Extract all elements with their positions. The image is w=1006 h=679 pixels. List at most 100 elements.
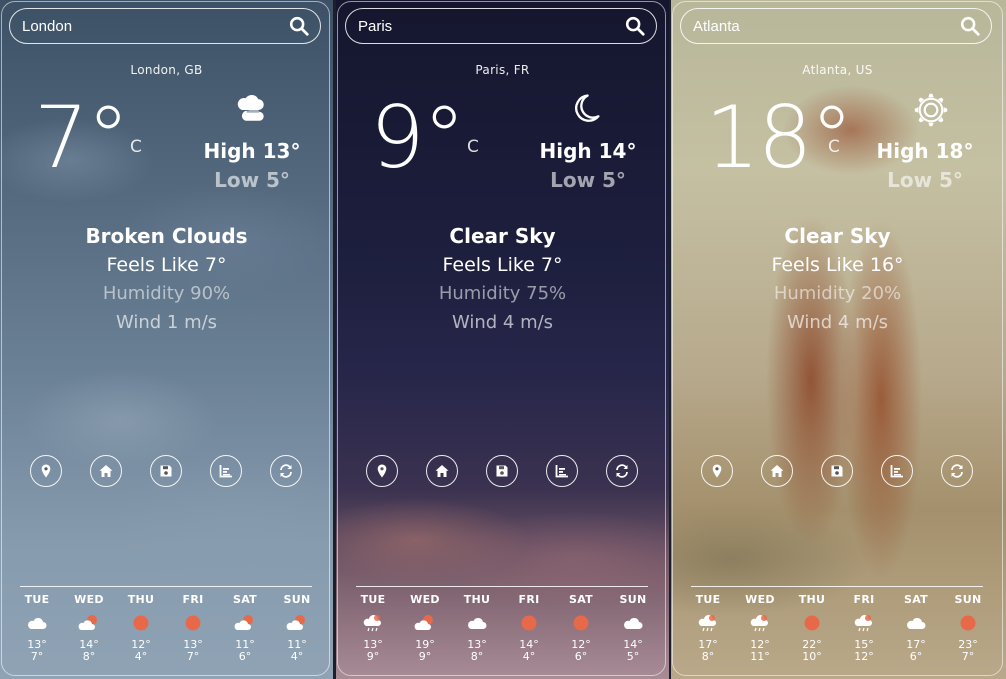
home-button[interactable] [761,455,793,487]
home-button[interactable] [90,455,122,487]
home-button[interactable] [426,455,458,487]
home-icon [770,465,784,477]
forecast-low: 11° [750,650,770,663]
forecast-low: 9° [366,650,380,663]
weather-card: London, GB 7° C High 13° Low 5° Broken C… [0,0,333,679]
broken-clouds-icon [237,94,264,121]
forecast-day-name: TUE [360,593,386,606]
forecast-divider [691,586,983,587]
search-bar [9,8,321,44]
forecast-day: TUE 17° 8° [685,593,731,663]
forecast-day-name: TUE [24,593,50,606]
refresh-button[interactable] [941,455,973,487]
search-icon[interactable] [288,15,310,37]
feels-like: Feels Like 7° [106,254,227,276]
weather-description: Clear Sky [449,224,556,248]
forecast-day: SUN 14° 5° [610,593,656,663]
forecast-low: 8° [82,650,96,663]
forecast-day: SAT 17° 6° [893,593,939,663]
rain-cloud-icon [363,614,381,632]
wind: Wind 4 m/s [786,312,889,333]
forecast-low: 9° [418,650,432,663]
location-label: Atlanta, US [802,63,873,77]
weather-description: Clear Sky [784,224,891,248]
forecast-low: 10° [802,650,822,663]
weather-app: London, GB 7° C High 13° Low 5° Broken C… [0,0,1006,679]
forecast-row: TUE 13° 7° WED 14° 8° THU 12° 4° FRI 13°… [14,593,320,663]
forecast-low: 7° [30,650,44,663]
action-bar [30,455,302,487]
forecast-day-name: THU [798,593,826,606]
forecast-row: TUE 17° 8° WED 12° 11° THU 22° 10° FRI 1… [685,593,991,663]
low-temperature: Low 5° [887,168,963,192]
high-temperature: High 18° [876,139,974,163]
feels-like: Feels Like 16° [771,254,904,276]
forecast-low: 8° [701,650,715,663]
save-button[interactable] [486,455,518,487]
search-icon[interactable] [624,15,646,37]
chart-button[interactable] [546,455,578,487]
forecast-day: SAT 11° 6° [222,593,268,663]
forecast-day-name: SUN [283,593,311,606]
forecast-day-name: SAT [233,593,257,606]
sun-icon [185,615,201,631]
home-icon [435,465,449,477]
chart-button[interactable] [210,455,242,487]
save-icon [831,465,843,477]
location-button[interactable] [701,455,733,487]
current-temperature: 7° [34,88,130,188]
sun-icon [133,615,149,631]
location-button[interactable] [366,455,398,487]
chart-button[interactable] [881,455,913,487]
humidity: Humidity 20% [773,283,902,304]
forecast-low: 8° [470,650,484,663]
moon-icon [575,94,600,122]
map-pin-icon [377,464,387,478]
search-icon[interactable] [959,15,981,37]
forecast-day-name: SUN [954,593,982,606]
forecast-day-name: SAT [904,593,928,606]
forecast-day: FRI 13° 7° [170,593,216,663]
sun-icon [804,615,820,631]
forecast-day-name: FRI [182,593,204,606]
home-icon [99,465,113,477]
forecast-day: SAT 12° 6° [558,593,604,663]
save-button[interactable] [150,455,182,487]
cloud-icon [624,617,643,629]
forecast-low: 6° [909,650,923,663]
forecast-low: 4° [290,650,304,663]
search-input[interactable] [20,16,288,36]
refresh-icon [616,464,628,478]
humidity: Humidity 90% [102,283,231,304]
refresh-button[interactable] [606,455,638,487]
forecast-day-name: THU [127,593,155,606]
sun-icon [573,615,589,631]
action-bar [701,455,973,487]
search-input[interactable] [691,16,959,36]
location-button[interactable] [30,455,62,487]
high-temperature: High 14° [539,139,637,163]
bar-chart-icon [555,465,568,478]
sun-outline-icon [914,93,948,127]
forecast-day: FRI 15° 12° [841,593,887,663]
forecast-day-name: WED [410,593,440,606]
map-pin-icon [712,464,722,478]
forecast-low: 6° [238,650,252,663]
bar-chart-icon [890,465,903,478]
save-button[interactable] [821,455,853,487]
rain-cloud-icon [750,614,768,632]
refresh-icon [951,464,963,478]
forecast-low: 6° [574,650,588,663]
search-input[interactable] [356,16,624,36]
refresh-button[interactable] [270,455,302,487]
location-label: Paris, FR [475,63,530,77]
sun-cloud-icon [234,615,253,630]
sun-icon [960,615,976,631]
bar-chart-icon [219,465,232,478]
temperature-unit: C [130,137,142,157]
refresh-icon [280,464,292,478]
forecast-divider [356,586,648,587]
forecast-low: 7° [186,650,200,663]
forecast-low: 7° [961,650,975,663]
forecast-day: THU 12° 4° [118,593,164,663]
